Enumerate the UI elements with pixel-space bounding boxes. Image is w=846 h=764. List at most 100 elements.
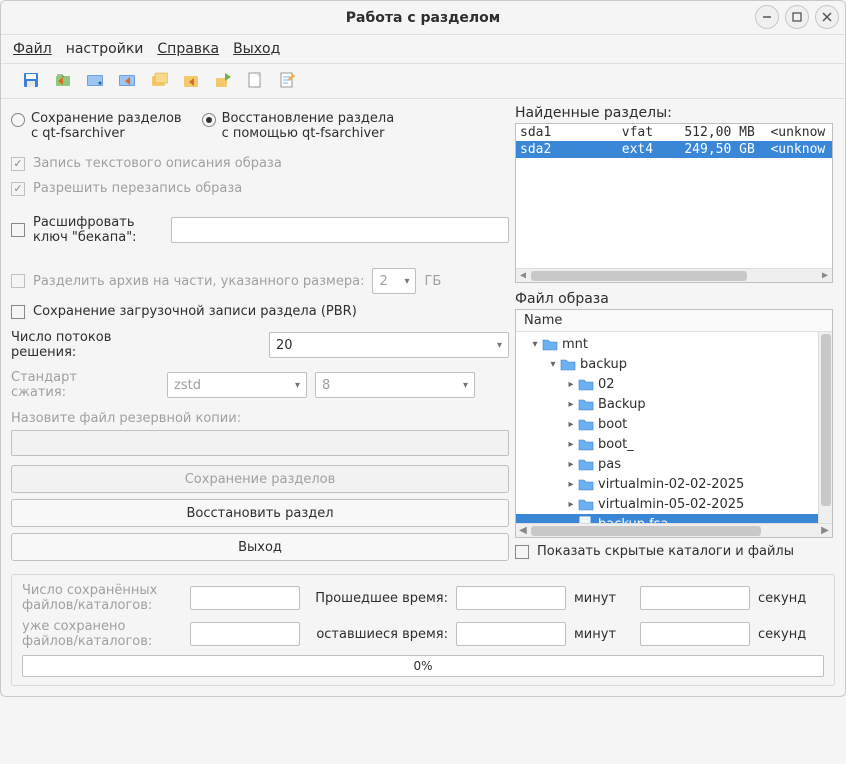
toolbar-restore-partition-icon[interactable] (53, 70, 73, 90)
saved-count-value (190, 586, 300, 610)
tree-header-name[interactable]: Name (516, 310, 832, 332)
window-title: Работа с разделом (346, 10, 500, 26)
tree-item-label: pas (598, 457, 621, 472)
tree-folder[interactable]: ▾ backup (516, 354, 832, 374)
progress-bar: 0% (22, 655, 824, 677)
radio-save-partitions[interactable] (11, 113, 25, 127)
found-partitions-label: Найденные разделы: (515, 105, 833, 121)
partitions-list[interactable]: sda1 vfat 512,00 MB <unknowsda2 ext4 249… (515, 123, 833, 283)
chevron-down-icon[interactable]: ▾ (546, 359, 560, 370)
tree-folder[interactable]: ▸ boot_ (516, 434, 832, 454)
minutes-unit-1: минут (574, 591, 632, 606)
split-size-select: 2▾ (372, 268, 416, 294)
backup-name-input (11, 430, 509, 456)
checkbox-write-description-label: Запись текстового описания образа (33, 156, 282, 171)
tree-hscrollbar[interactable]: ◀ ▶ (516, 523, 832, 537)
compress-label: Стандарт сжатия: (11, 370, 159, 400)
already-saved-value (190, 622, 300, 646)
toolbar-edit-doc-icon[interactable] (277, 70, 297, 90)
chevron-right-icon[interactable]: ▸ (564, 479, 578, 490)
folder-icon (578, 397, 594, 411)
tree-folder[interactable]: ▸virtualmin-05-02-2025 (516, 494, 832, 514)
tree-item-label: Backup (598, 397, 646, 412)
tree-folder[interactable]: ▸ Backup (516, 394, 832, 414)
tree-folder[interactable]: ▸ boot (516, 414, 832, 434)
tree-item-label: virtualmin-02-02-2025 (598, 477, 744, 492)
menu-file[interactable]: Файл (13, 41, 52, 57)
radio-restore-partition[interactable] (202, 113, 216, 127)
compress-algo-select: zstd▾ (167, 372, 307, 398)
toolbar-new-doc-icon[interactable] (245, 70, 265, 90)
menu-exit[interactable]: Выход (233, 41, 280, 57)
tree-vscrollbar[interactable] (818, 332, 832, 523)
toolbar (1, 64, 845, 99)
checkbox-allow-overwrite (11, 182, 25, 196)
remaining-seconds-value (640, 622, 750, 646)
decrypt-key-label: Расшифровать ключ "бекапа": (33, 215, 163, 245)
chevron-right-icon[interactable]: ▸ (564, 399, 578, 410)
split-unit-label: ГБ (424, 274, 441, 289)
menu-help[interactable]: Справка (157, 41, 219, 57)
toolbar-folder-clone-icon[interactable] (149, 70, 169, 90)
tree-folder[interactable]: ▸ 02 (516, 374, 832, 394)
tree-folder[interactable]: ▾ mnt (516, 334, 832, 354)
image-file-label: Файл образа (515, 291, 833, 307)
minutes-unit-2: минут (574, 627, 632, 642)
backup-name-label: Назовите файл резервной копии: (11, 411, 509, 426)
menu-settings[interactable]: настройки (66, 41, 144, 57)
menubar: Файл настройки Справка Выход (1, 35, 845, 64)
already-saved-label: уже сохранено файлов/каталогов: (22, 619, 182, 649)
elapsed-seconds-value (640, 586, 750, 610)
partition-row[interactable]: sda2 ext4 249,50 GB <unknow (516, 141, 832, 158)
save-partitions-button: Сохранение разделов (11, 465, 509, 493)
chevron-right-icon[interactable]: ▸ (564, 379, 578, 390)
toolbar-save-icon[interactable] (21, 70, 41, 90)
exit-button[interactable]: Выход (11, 533, 509, 561)
folder-icon (560, 357, 576, 371)
chevron-right-icon[interactable]: ▸ (564, 439, 578, 450)
toolbar-disk-restore-icon[interactable] (117, 70, 137, 90)
split-archive-label: Разделить архив на части, указанного раз… (33, 274, 364, 289)
folder-icon (542, 337, 558, 351)
maximize-button[interactable] (785, 5, 809, 29)
checkbox-save-pbr[interactable] (11, 305, 25, 319)
tree-folder[interactable]: ▸ pas (516, 454, 832, 474)
threads-label: Число потоков решения: (11, 330, 261, 360)
elapsed-minutes-value (456, 586, 566, 610)
file-tree[interactable]: Name ▾mnt▾backup▸02▸Backup▸boot▸boot_▸pa… (515, 309, 833, 538)
chevron-down-icon[interactable]: ▾ (528, 339, 542, 350)
checkbox-show-hidden[interactable] (515, 545, 529, 559)
folder-icon (578, 477, 594, 491)
folder-icon (578, 497, 594, 511)
remaining-minutes-value (456, 622, 566, 646)
remaining-label: оставшиеся время: (308, 627, 448, 642)
tree-item-label: boot (598, 417, 627, 432)
tree-item-label: mnt (562, 337, 588, 352)
radio-restore-label: Восстановление раздела с помощью qt-fsar… (222, 111, 395, 141)
partitions-hscrollbar[interactable]: ◀ ▶ (516, 268, 832, 282)
restore-partition-button[interactable]: Восстановить раздел (11, 499, 509, 527)
tree-item-label: backup (580, 357, 627, 372)
toolbar-folder-restore-icon[interactable] (181, 70, 201, 90)
folder-icon (578, 417, 594, 431)
close-button[interactable] (815, 5, 839, 29)
checkbox-decrypt-key[interactable] (11, 223, 25, 237)
checkbox-split-archive (11, 274, 25, 288)
tree-item-label: 02 (598, 377, 615, 392)
tree-item-label: boot_ (598, 437, 634, 452)
folder-icon (578, 437, 594, 451)
toolbar-export-icon[interactable] (213, 70, 233, 90)
chevron-right-icon[interactable]: ▸ (564, 499, 578, 510)
titlebar: Работа с разделом (1, 1, 845, 35)
toolbar-disk-icon[interactable] (85, 70, 105, 90)
minimize-button[interactable] (755, 5, 779, 29)
tree-folder[interactable]: ▸ virtualmin-02-02-2025 (516, 474, 832, 494)
decrypt-key-input[interactable] (171, 217, 509, 243)
compress-level-select: 8▾ (315, 372, 475, 398)
seconds-unit-1: секунд (758, 591, 816, 606)
chevron-right-icon[interactable]: ▸ (564, 419, 578, 430)
partition-row[interactable]: sda1 vfat 512,00 MB <unknow (516, 124, 832, 141)
chevron-right-icon[interactable]: ▸ (564, 459, 578, 470)
folder-icon (578, 457, 594, 471)
threads-select[interactable]: 20▾ (269, 332, 509, 358)
